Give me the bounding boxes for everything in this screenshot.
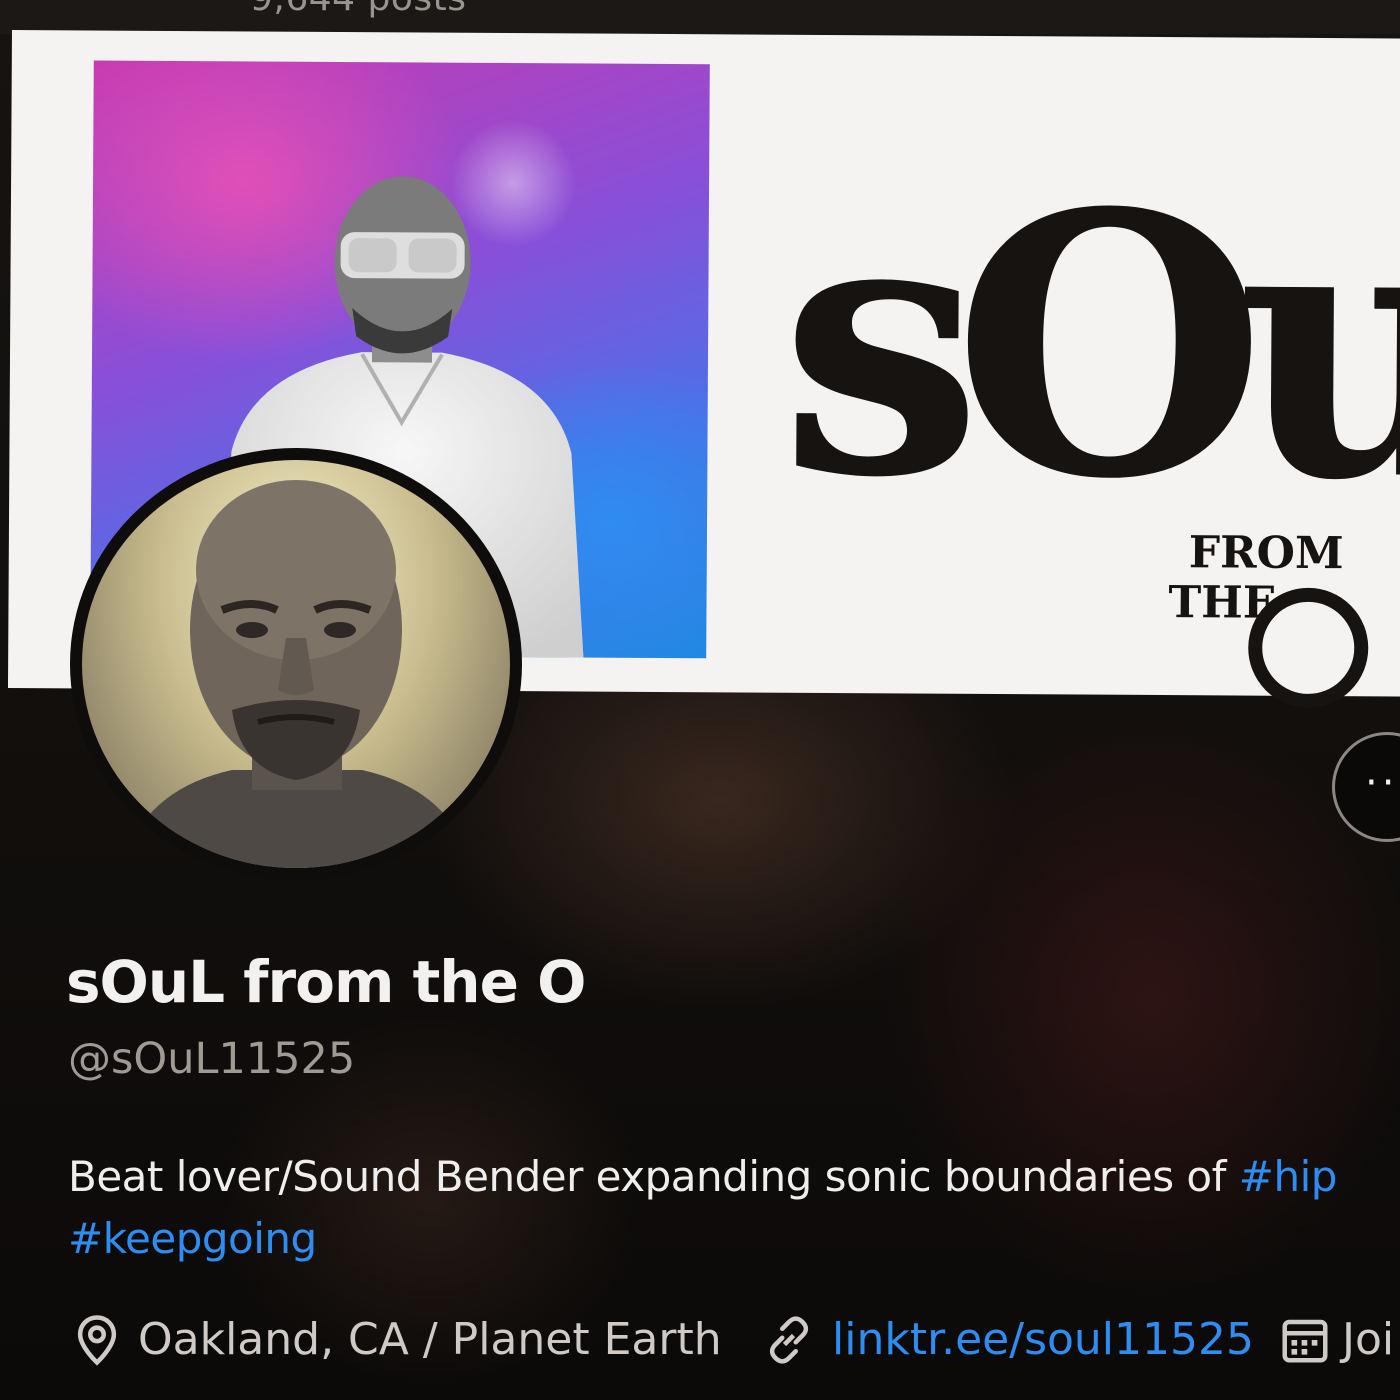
- profile-screen: 9,644 posts sOuL: [0, 0, 1400, 1400]
- bio-hashtag-keepgoing[interactable]: #keepgoing: [68, 1214, 317, 1263]
- avatar-photo: [82, 460, 510, 868]
- profile-bio: Beat lover/Sound Bender expanding sonic …: [68, 1146, 1400, 1270]
- calendar-icon: [1282, 1319, 1328, 1363]
- avatar[interactable]: [70, 448, 522, 880]
- display-name: sOuL from the O: [66, 948, 586, 1016]
- location-pin-icon: [77, 1315, 117, 1366]
- banner-logo-main: sOuL: [778, 132, 1400, 562]
- profile-handle: @sOuL11525: [68, 1034, 356, 1084]
- banner-logo-o: [1247, 587, 1369, 709]
- location-text: Oakland, CA / Planet Earth: [138, 1314, 722, 1365]
- avatar-face-illustration: [122, 480, 472, 868]
- joined-text: Joi: [1342, 1314, 1395, 1365]
- more-options-button[interactable]: ··: [1332, 732, 1400, 842]
- top-header-bar: 9,644 posts: [0, 0, 1400, 34]
- banner-logo: sOuL FROM THE: [778, 133, 1400, 709]
- bio-hashtag-hip[interactable]: #hip: [1239, 1152, 1338, 1201]
- link-icon: [769, 1316, 809, 1364]
- more-options-icon: ··: [1365, 760, 1399, 806]
- bio-text: Beat lover/Sound Bender expanding sonic …: [68, 1152, 1239, 1201]
- post-count: 9,644 posts: [250, 0, 467, 19]
- profile-meta: Oakland, CA / Planet Earth linktr.ee/sou…: [70, 1305, 1400, 1375]
- website-link[interactable]: linktr.ee/soul11525: [832, 1305, 1254, 1375]
- banner-logo-from: FROM: [1188, 527, 1344, 580]
